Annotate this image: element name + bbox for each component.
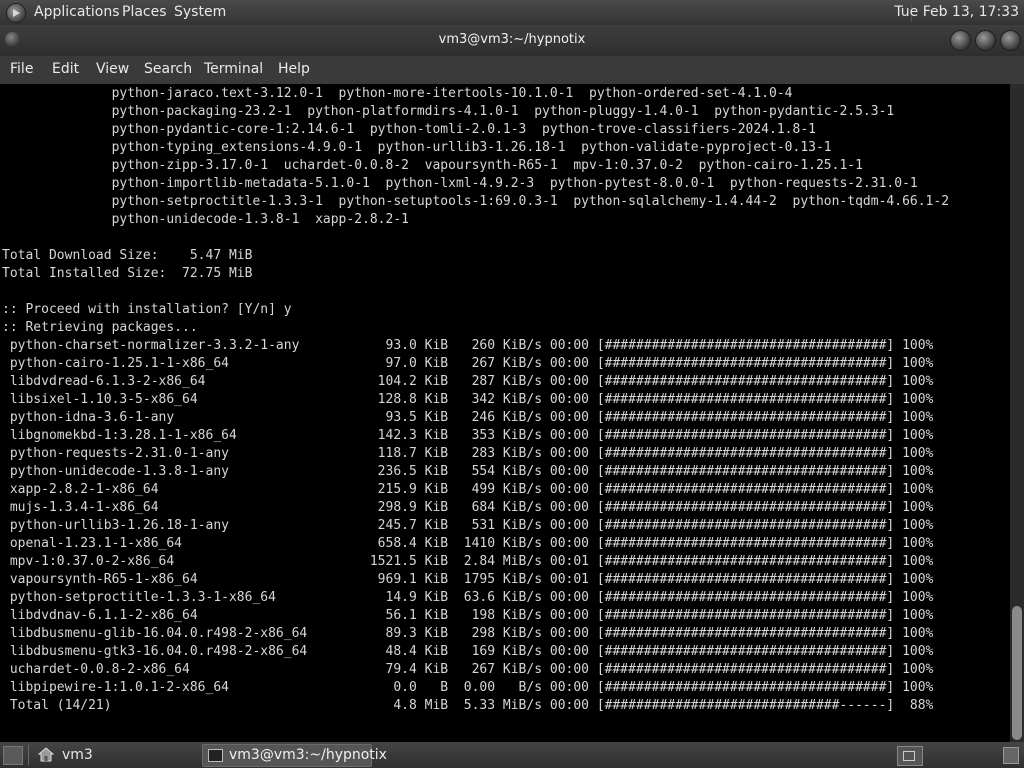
scrollbar-thumb[interactable] [1012, 606, 1022, 740]
terminal-line: libsixel-1.10.3-5-x86_64 128.8 KiB 342 K… [2, 392, 934, 407]
terminal-line: libpipewire-1:1.0.1-2-x86_64 0.0 B 0.00 … [2, 680, 934, 695]
terminal-line: :: Proceed with installation? [Y/n] y [2, 302, 292, 317]
terminal-line: mpv-1:0.37.0-2-x86_64 1521.5 KiB 2.84 Mi… [2, 554, 934, 569]
places-menu[interactable]: Places [122, 4, 167, 20]
applications-menu[interactable]: Applications [34, 4, 120, 20]
terminal-line: Total Download Size: 5.47 MiB [2, 248, 253, 263]
terminal-line: libdvdnav-6.1.1-2-x86_64 56.1 KiB 198 Ki… [2, 608, 934, 623]
terminal-line: python-unidecode-1.3.8-1 xapp-2.8.2-1 [2, 212, 409, 227]
terminal-line: python-setproctitle-1.3.3-1-x86_64 14.9 … [2, 590, 934, 605]
terminal-line: python-charset-normalizer-3.3.2-1-any 93… [2, 338, 934, 353]
terminal-line: libdbusmenu-glib-16.04.0.r498-2-x86_64 8… [2, 626, 934, 641]
system-menu[interactable]: System [174, 4, 226, 20]
home-folder-icon[interactable] [38, 747, 54, 762]
taskbar-window-label: vm3@vm3:~/hypnotix [229, 747, 387, 763]
terminal-line: libdbusmenu-gtk3-16.04.0.r498-2-x86_64 4… [2, 644, 934, 659]
close-button[interactable] [1000, 30, 1021, 51]
home-folder-label[interactable]: vm3 [62, 747, 93, 763]
terminal-line: python-setproctitle-1.3.3-1 python-setup… [2, 194, 950, 209]
menu-logo-icon[interactable] [6, 3, 26, 23]
terminal-line: python-importlib-metadata-5.1.0-1 python… [2, 176, 918, 191]
terminal-line: xapp-2.8.2-1-x86_64 215.9 KiB 499 KiB/s … [2, 482, 934, 497]
terminal-line: Total Installed Size: 72.75 MiB [2, 266, 253, 281]
terminal-line: python-cairo-1.25.1-1-x86_64 97.0 KiB 26… [2, 356, 934, 371]
terminal-line: python-typing_extensions-4.9.0-1 python-… [2, 140, 832, 155]
terminal-scrollbar[interactable] [1010, 84, 1024, 742]
terminal-area[interactable]: python-jaraco.text-3.12.0-1 python-more-… [0, 84, 1010, 742]
terminal-line: openal-1.23.1-1-x86_64 658.4 KiB 1410 Ki… [2, 536, 934, 551]
menu-terminal[interactable]: Terminal [204, 61, 263, 77]
window-titlebar[interactable]: vm3@vm3:~/hypnotix [0, 25, 1024, 56]
maximize-button[interactable] [975, 30, 996, 51]
terminal-icon [208, 749, 223, 762]
menu-view[interactable]: View [96, 61, 129, 77]
panel-separator [28, 745, 29, 765]
terminal-line: python-pydantic-core-1:2.14.6-1 python-t… [2, 122, 816, 137]
taskbar-window-button[interactable]: vm3@vm3:~/hypnotix [202, 744, 387, 767]
top-panel: Applications Places System Tue Feb 13, 1… [0, 0, 1024, 25]
workspace-switcher-icon[interactable] [897, 746, 923, 766]
menu-file[interactable]: File [10, 61, 33, 77]
terminal-line: python-jaraco.text-3.12.0-1 python-more-… [2, 86, 793, 101]
terminal-line: :: Retrieving packages... [2, 320, 198, 335]
terminal-line: libdvdread-6.1.3-2-x86_64 104.2 KiB 287 … [2, 374, 934, 389]
trash-icon[interactable] [1003, 747, 1019, 764]
terminal-line: python-idna-3.6-1-any 93.5 KiB 246 KiB/s… [2, 410, 934, 425]
terminal-line: mujs-1.3.4-1-x86_64 298.9 KiB 684 KiB/s … [2, 500, 934, 515]
menu-help[interactable]: Help [278, 61, 310, 77]
terminal-line: python-requests-2.31.0-1-any 118.7 KiB 2… [2, 446, 934, 461]
menu-search[interactable]: Search [144, 61, 192, 77]
terminal-line: libgnomekbd-1:3.28.1-1-x86_64 142.3 KiB … [2, 428, 934, 443]
window-title: vm3@vm3:~/hypnotix [438, 32, 586, 47]
terminal-line: python-packaging-23.2-1 python-platformd… [2, 104, 895, 119]
terminal-line: python-unidecode-1.3.8-1-any 236.5 KiB 5… [2, 464, 934, 479]
terminal-line: Total (14/21) 4.8 MiB 5.33 MiB/s 00:00 [… [2, 698, 934, 713]
terminal-output: python-jaraco.text-3.12.0-1 python-more-… [2, 85, 949, 715]
menu-edit[interactable]: Edit [52, 61, 79, 77]
bottom-panel: vm3 vm3@vm3:~/hypnotix [0, 742, 1024, 768]
show-desktop-icon[interactable] [3, 746, 23, 765]
terminal-line: vapoursynth-R65-1-x86_64 969.1 KiB 1795 … [2, 572, 934, 587]
minimize-button[interactable] [950, 30, 971, 51]
terminal-line: uchardet-0.0.8-2-x86_64 79.4 KiB 267 KiB… [2, 662, 934, 677]
terminal-line: python-urllib3-1.26.18-1-any 245.7 KiB 5… [2, 518, 934, 533]
clock[interactable]: Tue Feb 13, 17:33 [894, 4, 1019, 20]
menubar: File Edit View Search Terminal Help [0, 56, 1024, 85]
terminal-line: python-zipp-3.17.0-1 uchardet-0.0.8-2 va… [2, 158, 863, 173]
